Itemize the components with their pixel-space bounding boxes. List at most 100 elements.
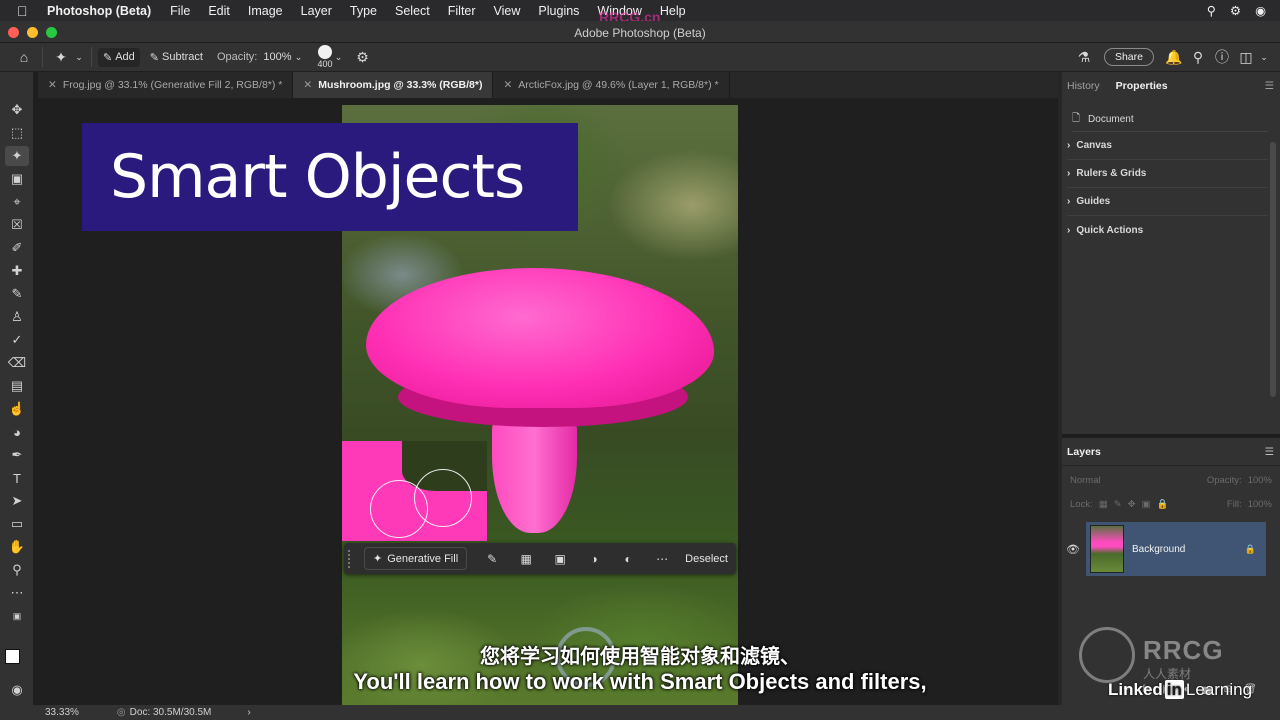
visibility-eye-icon[interactable]: 👁: [1066, 543, 1080, 556]
layer-row-background[interactable]: Background 🔒: [1086, 522, 1266, 576]
history-brush-tool-icon[interactable]: ✓: [5, 330, 29, 350]
control-center-icon[interactable]: ⚙: [1230, 3, 1241, 18]
doc-size[interactable]: Doc: 30.5M/30.5M: [130, 707, 212, 718]
smudge-tool-icon[interactable]: ☝: [5, 399, 29, 419]
more-options-icon[interactable]: ⋯: [645, 552, 679, 566]
apple-icon[interactable]: : [17, 3, 37, 19]
share-button[interactable]: Share: [1103, 48, 1154, 66]
section-quick-actions[interactable]: › Quick Actions: [1067, 216, 1268, 244]
rectangle-tool-icon[interactable]: ▭: [5, 514, 29, 534]
healing-brush-tool-icon[interactable]: ✚: [5, 261, 29, 281]
menu-image[interactable]: Image: [248, 4, 283, 18]
menu-plugins[interactable]: Plugins: [538, 4, 579, 18]
menu-help[interactable]: Help: [660, 4, 686, 18]
eraser-tool-icon[interactable]: ⌫: [5, 353, 29, 373]
beta-flask-icon[interactable]: ⚗: [1072, 46, 1096, 68]
chevron-right-icon[interactable]: ›: [247, 707, 250, 718]
menu-layer[interactable]: Layer: [301, 4, 332, 18]
notifications-bell-icon[interactable]: 🔔: [1162, 46, 1186, 68]
create-mask-icon[interactable]: ▣: [543, 552, 577, 566]
menu-select[interactable]: Select: [395, 4, 430, 18]
pen-tool-icon[interactable]: ✒: [5, 445, 29, 465]
spotlight-search-icon[interactable]: ⚲: [1207, 3, 1216, 18]
close-tab-icon[interactable]: ✕: [48, 79, 57, 91]
brush-size-picker[interactable]: 400: [317, 45, 333, 69]
dodge-tool-icon[interactable]: ◕: [5, 422, 29, 442]
tab-frog[interactable]: ✕ Frog.jpg @ 33.1% (Generative Fill 2, R…: [38, 72, 294, 98]
tab-history[interactable]: History: [1067, 80, 1108, 98]
default-colors-icon[interactable]: ▣: [5, 606, 29, 626]
hand-tool-icon[interactable]: ✋: [5, 537, 29, 557]
object-selection-tool-icon[interactable]: ▣: [5, 169, 29, 189]
section-guides[interactable]: › Guides: [1067, 188, 1268, 216]
menu-filter[interactable]: Filter: [448, 4, 476, 18]
gradient-tool-icon[interactable]: ▤: [5, 376, 29, 396]
divider: [91, 47, 92, 67]
eyedropper-tool-icon[interactable]: ✐: [5, 238, 29, 258]
frame-tool-icon[interactable]: ☒: [5, 215, 29, 235]
home-icon[interactable]: ⌂: [12, 46, 36, 68]
panel-menu-icon[interactable]: ☰: [1265, 80, 1280, 98]
search-icon[interactable]: ⚲: [1186, 46, 1210, 68]
menu-view[interactable]: View: [494, 4, 521, 18]
zoom-tool-icon[interactable]: ⚲: [5, 560, 29, 580]
close-tab-icon[interactable]: ✕: [503, 79, 512, 91]
brush-settings-gear-icon[interactable]: ⚙: [351, 46, 375, 68]
menu-type[interactable]: Type: [350, 4, 377, 18]
help-icon[interactable]: ⓘ: [1210, 46, 1234, 68]
layer-name: Background: [1132, 543, 1186, 555]
workspace-icon[interactable]: ◫: [1234, 46, 1258, 68]
modify-selection-brush-icon[interactable]: ✎: [475, 552, 509, 566]
type-tool-icon[interactable]: T: [5, 468, 29, 488]
clone-stamp-tool-icon[interactable]: ♙: [5, 307, 29, 327]
sparkle-icon: ✦: [373, 553, 383, 565]
properties-scrollbar[interactable]: [1270, 142, 1276, 397]
chevron-down-icon[interactable]: ⌄: [1258, 46, 1270, 68]
layer-opacity-value[interactable]: 100%: [1248, 475, 1272, 486]
app-name-menu[interactable]: Photoshop (Beta): [47, 4, 151, 18]
lock-paint-icon[interactable]: ✎: [1114, 499, 1122, 510]
menu-edit[interactable]: Edit: [208, 4, 230, 18]
zoom-level[interactable]: 33.33%: [45, 707, 79, 718]
layer-lock-icon[interactable]: 🔒: [1245, 544, 1266, 555]
menu-file[interactable]: File: [170, 4, 190, 18]
title-banner: Smart Objects: [82, 123, 578, 231]
add-mode-button[interactable]: ✎ Add: [98, 47, 140, 67]
lock-artboard-icon[interactable]: ▣: [1142, 499, 1151, 510]
siri-icon[interactable]: ◉: [1255, 3, 1266, 18]
panel-menu-icon[interactable]: ☰: [1265, 446, 1280, 458]
generative-fill-button[interactable]: ✦ Generative Fill: [364, 547, 468, 570]
move-tool-icon[interactable]: ✥: [5, 100, 29, 120]
more-tools-icon[interactable]: ⋯: [5, 583, 29, 603]
tab-properties[interactable]: Properties: [1116, 80, 1176, 98]
adjustment-layer-icon[interactable]: ◐: [611, 552, 645, 566]
crop-tool-icon[interactable]: ⌖: [5, 192, 29, 212]
section-canvas[interactable]: › Canvas: [1067, 132, 1268, 160]
tab-arcticfox[interactable]: ✕ ArcticFox.jpg @ 49.6% (Layer 1, RGB/8*…: [493, 72, 730, 98]
select-subject-icon[interactable]: ▦: [509, 552, 543, 566]
section-rulers-grids[interactable]: › Rulers & Grids: [1067, 160, 1268, 188]
brush-tool-icon[interactable]: ✎: [5, 284, 29, 304]
close-tab-icon[interactable]: ✕: [303, 79, 312, 91]
chevron-down-icon[interactable]: ⌄: [73, 46, 85, 68]
fill-value[interactable]: 100%: [1248, 499, 1272, 510]
drag-handle-icon[interactable]: [348, 549, 354, 568]
deselect-button[interactable]: Deselect: [685, 553, 728, 565]
lock-transparent-icon[interactable]: ▦: [1099, 499, 1108, 510]
chevron-down-icon[interactable]: ⌄: [333, 46, 345, 68]
selection-brush-tool-icon[interactable]: ✦: [5, 146, 29, 166]
selection-brush-preset-icon[interactable]: ✦: [49, 46, 73, 68]
canvas-area[interactable]: Smart Objects ✦ Generative Fill ✎ ▦ ▣ ◑ …: [35, 98, 1058, 705]
lock-position-icon[interactable]: ✥: [1128, 499, 1136, 510]
path-selection-tool-icon[interactable]: ➤: [5, 491, 29, 511]
chevron-down-icon[interactable]: ⌄: [291, 46, 305, 68]
blend-mode-select[interactable]: Normal: [1070, 475, 1101, 486]
opacity-value[interactable]: 100%: [263, 51, 291, 63]
layers-title[interactable]: Layers: [1067, 446, 1101, 458]
tab-mushroom[interactable]: ✕ Mushroom.jpg @ 33.3% (RGB/8*): [293, 72, 494, 98]
document-label: Document: [1088, 114, 1134, 125]
lock-all-icon[interactable]: 🔒: [1157, 499, 1169, 510]
subtract-mode-button[interactable]: ✎ Subtract: [150, 51, 203, 64]
fill-bucket-icon[interactable]: ◑: [577, 552, 611, 566]
marquee-tool-icon[interactable]: ⬚: [5, 123, 29, 143]
